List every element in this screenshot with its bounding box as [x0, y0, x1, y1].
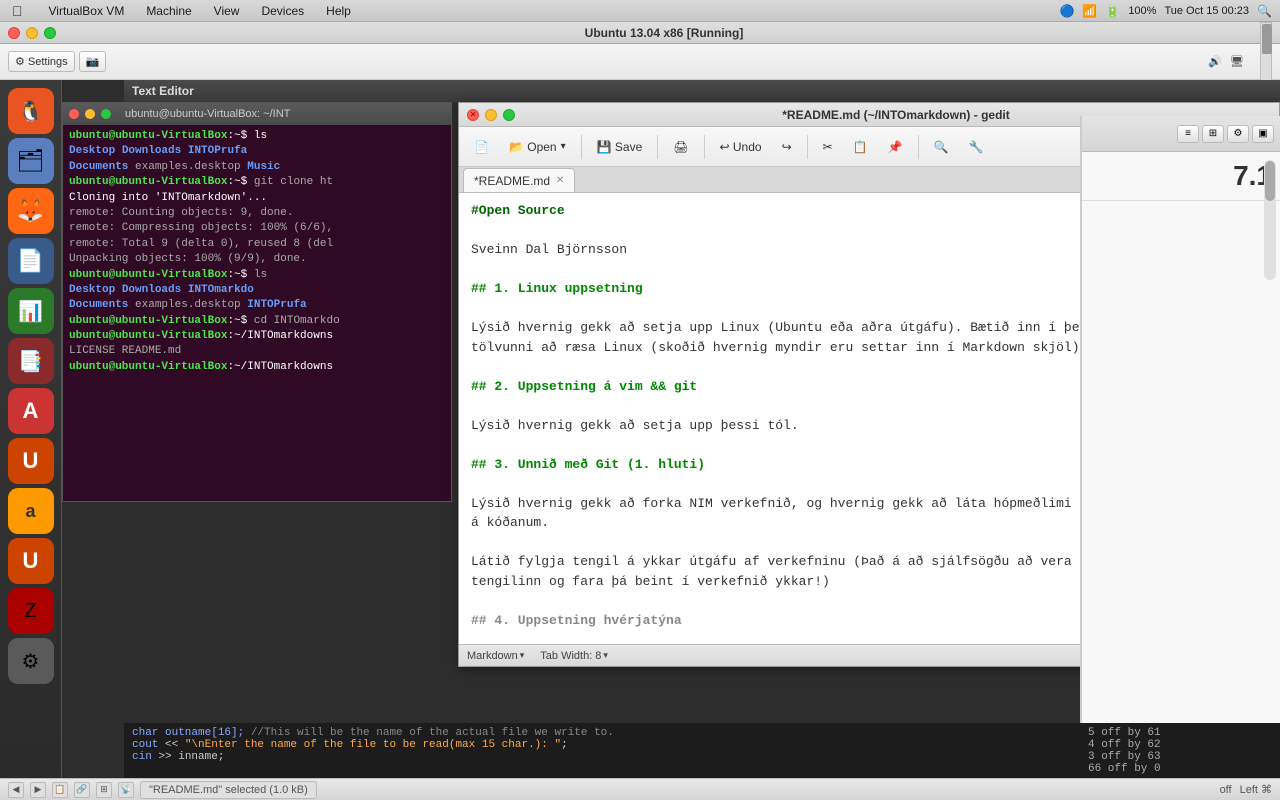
diff-line-1: 5 off by 61	[1088, 727, 1272, 739]
dock-a-app-icon[interactable]: A	[8, 388, 54, 434]
bottom-status-bar: ◀ ▶ 📋 🔗 ⊞ 📡 "README.md" selected (1.0 kB…	[0, 778, 1280, 800]
gedit-cut-btn[interactable]: ✂	[814, 133, 842, 161]
status-grid-btn[interactable]: ⊞	[96, 782, 112, 798]
menu-virtualboxvm[interactable]: VirtualBox VM	[45, 4, 129, 18]
menubar:  VirtualBox VM Machine View Devices Hel…	[0, 0, 1280, 22]
finder-right-panel: ≡ ⊞ ⚙ ▣ 7.1	[1080, 116, 1280, 800]
gedit-open-btn[interactable]: 📂 Open ▾	[500, 133, 575, 161]
status-link-btn[interactable]: 🔗	[74, 782, 90, 798]
terminal-minimize-btn[interactable]	[85, 109, 95, 119]
battery-percent: 100%	[1128, 5, 1156, 17]
vbox-audio-icon[interactable]: 🔊	[1208, 55, 1222, 68]
status-back-btn[interactable]: ◀	[8, 782, 24, 798]
ubuntu-desktop: Text Editor ubuntu@ubuntu-VirtualBox: ~/…	[62, 80, 1280, 800]
menu-view[interactable]: View	[210, 4, 244, 18]
terminal-title: ubuntu@ubuntu-VirtualBox: ~/INT	[125, 108, 290, 120]
menu-help[interactable]: Help	[322, 4, 355, 18]
finder-gear-btn[interactable]: ⚙	[1227, 125, 1249, 143]
virtualbox-titlebar: Ubuntu 13.04 x86 [Running]	[0, 22, 1280, 44]
code-line-1: char outname[16]; //This will be the nam…	[132, 727, 1072, 739]
status-off-label: off	[1220, 784, 1232, 796]
dock-calc-icon[interactable]: 📊	[8, 288, 54, 334]
apple-menu[interactable]: 	[8, 3, 27, 19]
terminal-titlebar: ubuntu@ubuntu-VirtualBox: ~/INT	[63, 103, 451, 125]
gedit-redo-btn[interactable]: ↪	[773, 133, 801, 161]
dock-gear-icon[interactable]: ⚙	[8, 638, 54, 684]
gedit-tabwidth-label: Tab Width: 8	[540, 650, 601, 662]
ubuntu-dock: 🐧 🗂 🦊 📄 📊 📑 A U a U Z ⚙	[0, 80, 62, 800]
dock-ubuntu-icon[interactable]: 🐧	[8, 88, 54, 134]
code-line-3: cin >> inname;	[132, 751, 1072, 763]
terminal-content[interactable]: ubuntu@ubuntu-VirtualBox:~$ ls Desktop D…	[63, 125, 451, 501]
maximize-button[interactable]	[44, 27, 56, 39]
terminal-window: ubuntu@ubuntu-VirtualBox: ~/INT ubuntu@u…	[62, 102, 452, 502]
gedit-tab-label: *README.md	[474, 174, 550, 188]
wifi-icon[interactable]: 📶	[1082, 4, 1097, 18]
finder-rp-header: ≡ ⊞ ⚙ ▣	[1082, 116, 1280, 152]
battery-icon[interactable]: 🔋	[1105, 4, 1120, 18]
gedit-language-chevron: ▾	[520, 650, 525, 661]
text-editor-bar: Text Editor	[124, 80, 1280, 102]
close-button[interactable]	[8, 27, 20, 39]
status-wifi-btn[interactable]: 📡	[118, 782, 134, 798]
gedit-paste-btn[interactable]: 📌	[879, 133, 912, 161]
finder-scrollbar[interactable]	[1264, 160, 1276, 280]
text-editor-label: Text Editor	[132, 84, 194, 98]
status-copy-btn[interactable]: 📋	[52, 782, 68, 798]
dock-u2-app-icon[interactable]: U	[8, 538, 54, 584]
bottom-code-area: char outname[16]; //This will be the nam…	[124, 723, 1080, 778]
gedit-copy-btn[interactable]: 📋	[844, 133, 877, 161]
clock: Tue Oct 15 00:23	[1164, 5, 1249, 17]
finder-view-btn1[interactable]: ≡	[1177, 125, 1199, 143]
dock-impress-icon[interactable]: 📑	[8, 338, 54, 384]
vbox-settings-btn[interactable]: ⚙ Settings	[8, 51, 75, 72]
gedit-tab-readme[interactable]: *README.md ✕	[463, 168, 575, 192]
bottom-right-area: 5 off by 61 4 off by 62 3 off by 63 66 o…	[1080, 723, 1280, 778]
terminal-close-btn[interactable]	[69, 109, 79, 119]
vbox-screenshot-btn[interactable]: 📷	[79, 51, 107, 72]
gedit-new-btn[interactable]: 📄	[465, 133, 498, 161]
diff-line-3: 3 off by 63	[1088, 751, 1272, 763]
gedit-minimize-btn[interactable]	[485, 109, 497, 121]
gedit-tab-close-btn[interactable]: ✕	[556, 175, 564, 186]
status-forward-btn[interactable]: ▶	[30, 782, 46, 798]
menu-machine[interactable]: Machine	[142, 4, 195, 18]
dock-files-icon[interactable]: 🗂	[8, 138, 54, 184]
minimize-button[interactable]	[26, 27, 38, 39]
dock-text-editor-icon[interactable]: 📄	[8, 238, 54, 284]
gedit-undo-btn[interactable]: ↩ Undo	[711, 133, 771, 161]
gedit-tabwidth-chevron: ▾	[603, 650, 608, 661]
dock-zim-icon[interactable]: Z	[8, 588, 54, 634]
finder-scroll-thumb	[1265, 161, 1275, 201]
search-icon[interactable]: 🔍	[1257, 4, 1272, 18]
virtualbox-toolbar: ⚙ Settings 📷 🔊 🖥	[0, 44, 1280, 80]
gedit-print-btn[interactable]: 🖨	[664, 133, 697, 161]
finder-view-btn3[interactable]: ▣	[1252, 125, 1274, 143]
status-file-info: "README.md" selected (1.0 kB)	[140, 781, 317, 799]
finder-view-btn2[interactable]: ⊞	[1202, 125, 1224, 143]
dock-u-app-icon[interactable]: U	[8, 438, 54, 484]
code-line-2: cout << "\nEnter the name of the file to…	[132, 739, 1072, 751]
virtualbox-title: Ubuntu 13.04 x86 [Running]	[56, 26, 1272, 40]
gedit-tools-btn[interactable]: 🔧	[960, 133, 993, 161]
diff-line-2: 4 off by 62	[1088, 739, 1272, 751]
terminal-maximize-btn[interactable]	[101, 109, 111, 119]
dock-firefox-icon[interactable]: 🦊	[8, 188, 54, 234]
gedit-language-selector[interactable]: Markdown ▾	[467, 650, 524, 662]
gedit-maximize-btn[interactable]	[503, 109, 515, 121]
vbox-network-icon[interactable]: 🖥	[1230, 55, 1244, 68]
diff-line-4: 66 off by 0	[1088, 763, 1272, 775]
bluetooth-icon[interactable]: 🔵	[1059, 4, 1074, 18]
menu-devices[interactable]: Devices	[257, 4, 308, 18]
gedit-close-btn[interactable]: ✕	[467, 109, 479, 121]
gedit-save-btn[interactable]: 💾 Save	[588, 133, 652, 161]
gedit-find-btn[interactable]: 🔍	[925, 133, 958, 161]
dock-amazon-icon[interactable]: a	[8, 488, 54, 534]
gedit-language-label: Markdown	[467, 650, 518, 662]
finder-zoom: 7.1	[1082, 152, 1280, 201]
gedit-tabwidth-selector[interactable]: Tab Width: 8 ▾	[540, 650, 608, 662]
status-keyboard-label: Left ⌘	[1240, 783, 1272, 796]
